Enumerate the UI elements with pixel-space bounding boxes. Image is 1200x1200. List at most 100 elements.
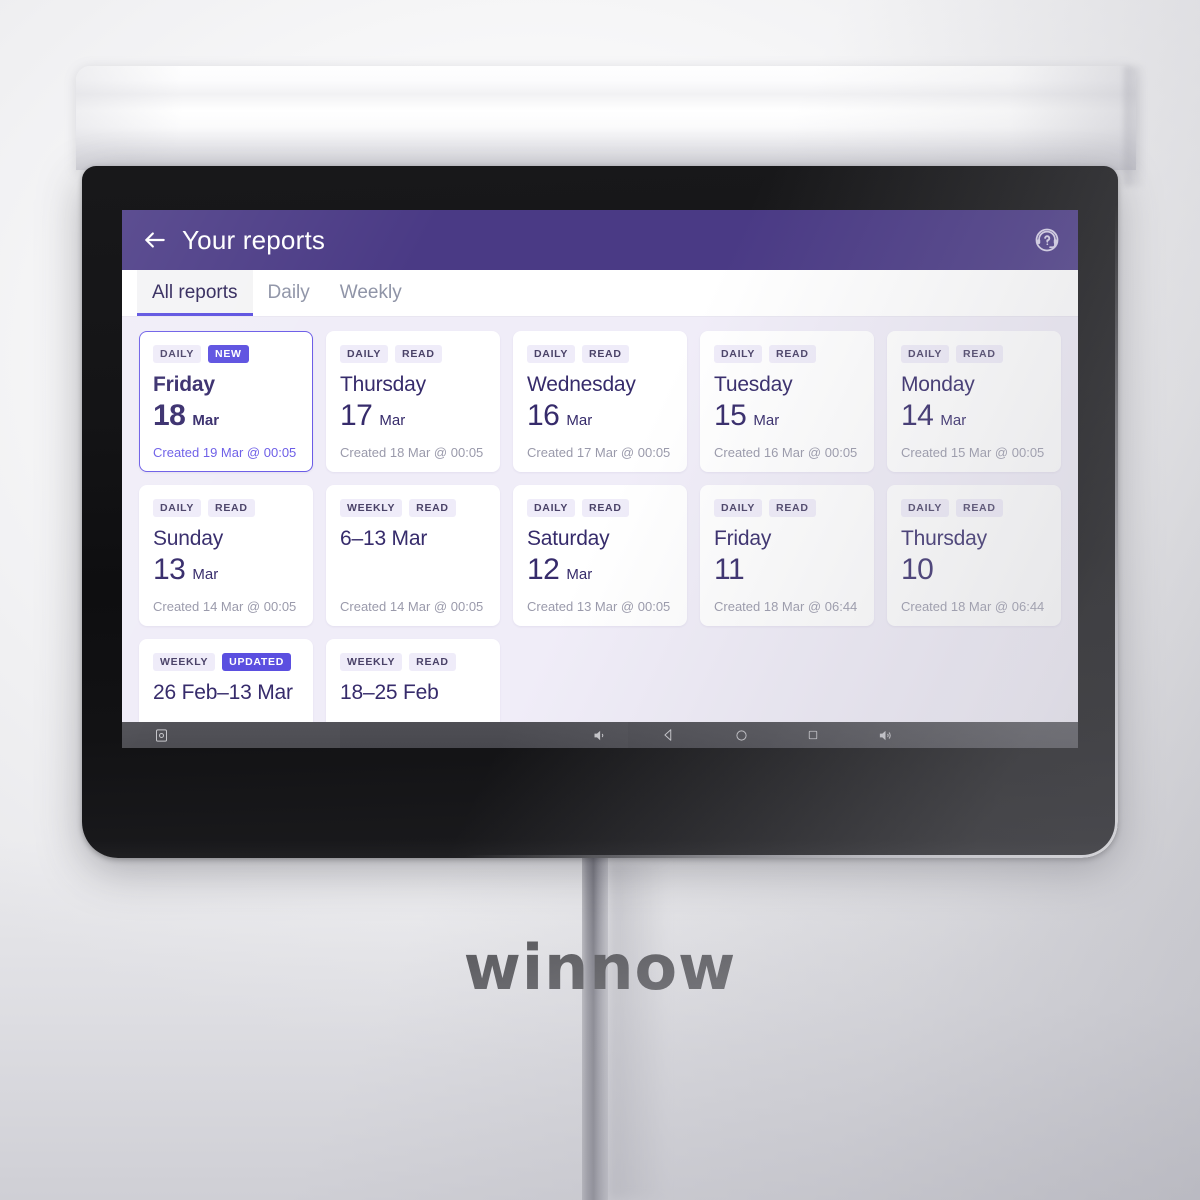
support-headset-icon[interactable] (1032, 225, 1062, 255)
app-header: Your reports (122, 210, 1078, 270)
report-card-date-row: 17 Mar (340, 398, 486, 434)
report-card-title: Thursday (901, 527, 987, 550)
report-type-badge: WEEKLY (153, 653, 216, 671)
report-card[interactable]: WEEKLY READ 6–13 Mar Created 14 Mar @ 00:05 (326, 485, 500, 626)
report-card-day-number: 17 (340, 399, 373, 432)
report-card[interactable]: DAILY READ Wednesday 16 Mar Created 17 Mar @ … (513, 331, 687, 472)
report-type-badge: DAILY (153, 499, 202, 517)
nav-system-buttons (628, 726, 1078, 744)
report-status-badge: READ (769, 345, 816, 363)
report-card-month: Mar (379, 412, 406, 429)
report-created-timestamp: Created 15 Mar @ 00:05 (901, 445, 1045, 460)
report-card-day-number: 16 (527, 399, 560, 432)
report-card-month: Mar (192, 566, 219, 583)
report-card-footer: Created 19 Mar @ 00:05 (153, 445, 299, 460)
report-card-footer: Created 18 Mar @ 00:05 (340, 445, 486, 460)
report-created-timestamp: Created 14 Mar @ 00:05 (340, 599, 484, 614)
report-card-day-number: 10 (901, 553, 934, 586)
report-card-date-row: 13 Mar (153, 552, 299, 588)
tab-all-reports-label: All reports (152, 282, 238, 303)
report-card-footer: Created 14 Mar @ 00:05 (153, 599, 299, 614)
report-created-timestamp: Created 16 Mar @ 00:05 (714, 445, 858, 460)
report-status-badge: READ (409, 499, 456, 517)
report-type-badge: WEEKLY (340, 653, 403, 671)
report-card[interactable]: DAILY READ Thursday 17 Mar Created 18 Mar @ 0… (326, 331, 500, 472)
report-status-badge: READ (409, 653, 456, 671)
report-card-day-number: 11 (714, 553, 745, 586)
report-card-title: 6–13 Mar (340, 527, 428, 550)
report-card-badges: WEEKLY READ (340, 499, 486, 517)
report-status-badge: READ (956, 499, 1003, 517)
report-card-badges: DAILY NEW (153, 345, 299, 363)
report-type-badge: DAILY (714, 499, 763, 517)
report-type-badge: DAILY (340, 345, 389, 363)
report-status-badge: UPDATED (222, 653, 292, 671)
report-card-badges: DAILY READ (901, 345, 1047, 363)
report-card-month: Mar (566, 566, 593, 583)
report-created-timestamp: Created 18 Mar @ 00:05 (340, 445, 484, 460)
report-card-footer: Created 17 Mar @ 00:05 (527, 445, 673, 460)
report-card[interactable]: DAILY READ Saturday 12 Mar Created 13 Mar @ 0… (513, 485, 687, 626)
tab-weekly[interactable]: Weekly (325, 270, 417, 316)
report-card[interactable]: DAILY READ Monday 14 Mar Created 15 Mar @ 00:… (887, 331, 1061, 472)
report-card[interactable]: DAILY READ Tuesday 15 Mar Created 16 Mar @ 00… (700, 331, 874, 472)
recents-icon[interactable] (804, 726, 822, 744)
report-card-badges: DAILY READ (901, 499, 1047, 517)
report-status-badge: READ (956, 345, 1003, 363)
page-title: Your reports (182, 224, 326, 255)
report-type-badge: DAILY (714, 345, 763, 363)
device-hood (76, 66, 1136, 170)
report-card[interactable]: DAILY READ Friday 11 Created 18 Mar @ 06:44 (700, 485, 874, 626)
report-card-title: 18–25 Feb (340, 681, 439, 704)
report-created-timestamp: Created 17 Mar @ 00:05 (527, 445, 671, 460)
report-card-badges: DAILY READ (527, 345, 673, 363)
report-card-title: Wednesday (527, 373, 636, 396)
report-card-footer: Created 18 Mar @ 06:44 (901, 599, 1047, 614)
report-type-badge: DAILY (901, 345, 950, 363)
report-type-badge: DAILY (527, 499, 576, 517)
report-card[interactable]: WEEKLY READ 18–25 Feb (326, 639, 500, 722)
report-card-badges: DAILY READ (153, 499, 299, 517)
reports-scroll-area[interactable]: DAILY NEW Friday 18 Mar Created 19 Mar @ 00:0… (122, 317, 1078, 722)
report-card-day-number: 15 (714, 399, 747, 432)
report-card-title: Thursday (340, 373, 426, 396)
scene: winnow Your reports All reports Daily We… (0, 0, 1200, 1200)
report-card-day-number: 12 (527, 553, 560, 586)
report-card-month: Mar (753, 412, 780, 429)
nav-left-zone (122, 722, 340, 748)
report-status-badge: READ (769, 499, 816, 517)
stand-shadow (608, 860, 668, 1200)
report-card-title: Friday (714, 527, 772, 550)
back-icon[interactable] (660, 726, 678, 744)
report-type-badge: DAILY (901, 499, 950, 517)
device-stand-pole (582, 855, 608, 1200)
report-card-footer: Created 15 Mar @ 00:05 (901, 445, 1047, 460)
report-card[interactable]: DAILY READ Thursday 10 Created 18 Mar @ 06:4… (887, 485, 1061, 626)
home-icon[interactable] (732, 726, 750, 744)
report-card-date-row: 11 (714, 552, 860, 588)
screenshot-icon[interactable] (152, 726, 170, 744)
hood-shadow (1124, 66, 1146, 186)
tablet-screen: Your reports All reports Daily Weekly DA… (122, 210, 1078, 748)
report-type-badge: DAILY (153, 345, 202, 363)
report-card-date-row: 10 (901, 552, 1047, 588)
report-card[interactable]: WEEKLY UPDATED 26 Feb–13 Mar (139, 639, 313, 722)
report-card-day-number: 18 (153, 399, 186, 432)
back-arrow-icon[interactable] (142, 227, 168, 253)
report-card[interactable]: DAILY READ Sunday 13 Mar Created 14 Mar @ 00:… (139, 485, 313, 626)
report-card-title: Sunday (153, 527, 224, 550)
report-card-date-row: 18 Mar (153, 398, 299, 434)
report-card-date-row: 14 Mar (901, 398, 1047, 434)
report-card[interactable]: DAILY NEW Friday 18 Mar Created 19 Mar @ 00:0… (139, 331, 313, 472)
report-status-badge: READ (582, 345, 629, 363)
report-card-title: Saturday (527, 527, 610, 550)
tab-all-reports[interactable]: All reports (137, 270, 253, 316)
report-card-badges: DAILY READ (714, 345, 860, 363)
volume-down-icon[interactable] (590, 726, 608, 744)
volume-up-icon[interactable] (876, 726, 894, 744)
report-created-timestamp: Created 18 Mar @ 06:44 (714, 599, 858, 614)
report-created-timestamp: Created 14 Mar @ 00:05 (153, 599, 297, 614)
tab-daily[interactable]: Daily (253, 270, 325, 316)
report-status-badge: READ (208, 499, 255, 517)
report-created-timestamp: Created 13 Mar @ 00:05 (527, 599, 671, 614)
